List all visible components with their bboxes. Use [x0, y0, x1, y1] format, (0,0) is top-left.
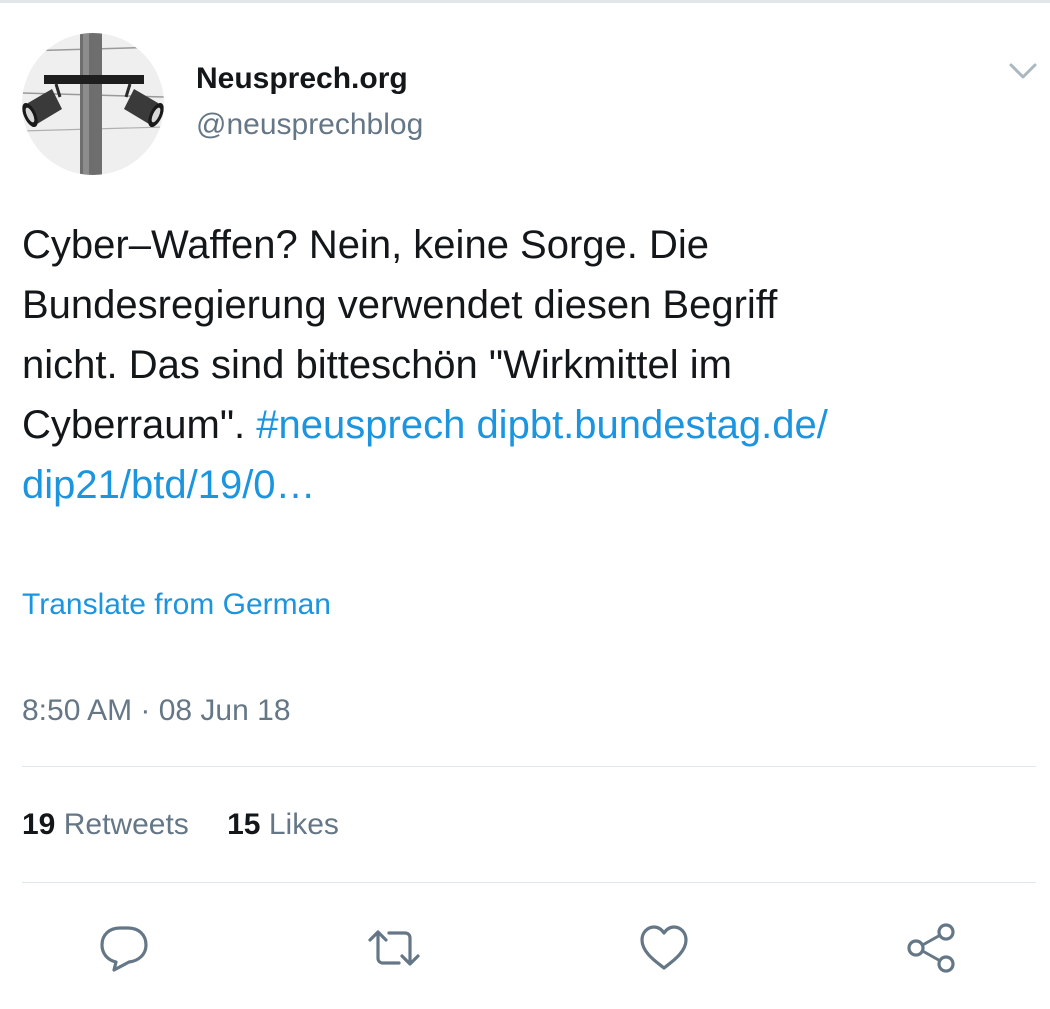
- chevron-down-icon: [1009, 63, 1037, 79]
- retweets-count: 19: [22, 808, 56, 841]
- share-button[interactable]: [904, 920, 960, 976]
- divider: [22, 766, 1036, 767]
- likes-stat[interactable]: 15 Likes: [227, 808, 339, 842]
- reply-button[interactable]: [96, 920, 152, 976]
- retweets-label: Retweets: [63, 808, 189, 841]
- reply-icon: [100, 926, 148, 972]
- url-link-line2: dip21/btd/19/0…: [22, 463, 316, 507]
- display-name[interactable]: Neusprech.org: [196, 62, 408, 96]
- top-divider: [0, 0, 1050, 3]
- like-button[interactable]: [636, 920, 692, 976]
- user-handle[interactable]: @neusprechblog: [196, 108, 423, 142]
- likes-label: Likes: [268, 808, 339, 841]
- share-icon: [907, 923, 955, 973]
- tweet-timestamp: 8:50 AM · 08 Jun 18: [22, 694, 291, 727]
- retweet-button[interactable]: [366, 920, 422, 976]
- retweets-stat[interactable]: 19 Retweets: [22, 808, 189, 842]
- heart-icon: [640, 925, 688, 970]
- avatar[interactable]: [22, 33, 164, 175]
- tweet-stats: 19 Retweets 15 Likes: [22, 808, 339, 842]
- tweet-text: Cyber–Waffen? Nein, keine Sorge. Die Bun…: [22, 215, 1032, 515]
- likes-count: 15: [227, 808, 261, 841]
- divider: [22, 882, 1036, 883]
- tweet-menu-button[interactable]: [1006, 56, 1040, 86]
- retweet-icon: [368, 930, 420, 966]
- loudspeaker-pole-avatar-icon: [22, 33, 164, 175]
- hashtag-link[interactable]: #neusprech: [256, 403, 465, 447]
- url-link-line1: dipbt.bundestag.de/: [476, 403, 828, 447]
- tweet-detail: Neusprech.org @neusprechblog Cyber–Waffe…: [0, 0, 1050, 1009]
- translate-link[interactable]: Translate from German: [22, 588, 331, 622]
